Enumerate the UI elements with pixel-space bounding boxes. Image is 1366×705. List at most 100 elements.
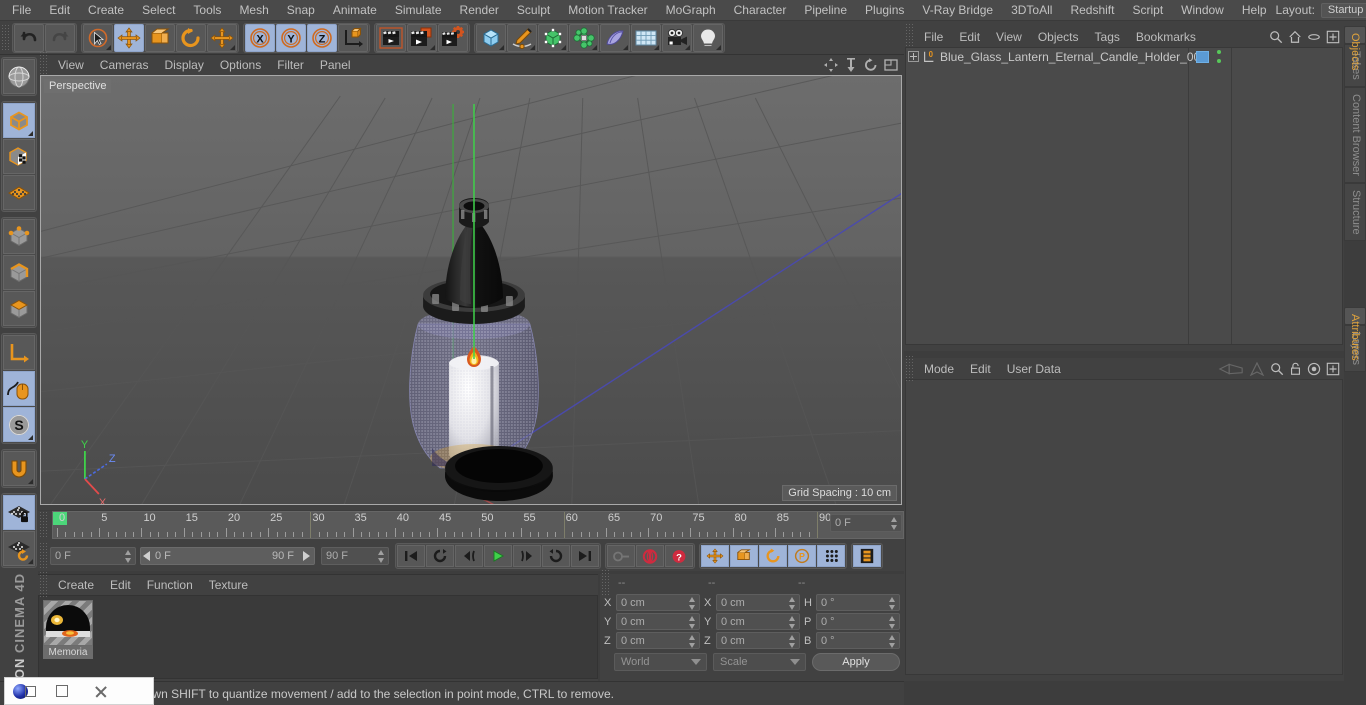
maximize-view-icon[interactable] [884, 58, 898, 72]
tab-objects[interactable]: Objects [1344, 26, 1366, 70]
attributes-menu-user-data[interactable]: User Data [999, 362, 1069, 376]
make-editable-button[interactable] [3, 103, 35, 138]
material-menu-function[interactable]: Function [139, 578, 201, 592]
menu-item-animate[interactable]: Animate [324, 0, 386, 20]
camera-button[interactable] [662, 23, 692, 52]
tab-attributes[interactable]: Attributes [1344, 307, 1366, 361]
object-menu-edit[interactable]: Edit [951, 30, 988, 44]
menu-item-create[interactable]: Create [79, 0, 133, 20]
material-menu-create[interactable]: Create [50, 578, 102, 592]
material-grip[interactable] [39, 571, 48, 599]
viewport-menu-cameras[interactable]: Cameras [92, 58, 157, 72]
attributes-menu-edit[interactable]: Edit [962, 362, 999, 376]
play-loop-button[interactable] [542, 545, 570, 567]
current-frame-field[interactable]: 0 F [50, 547, 136, 565]
close-window-button[interactable] [81, 678, 119, 704]
go-to-start-button[interactable] [397, 545, 425, 567]
preview-range-slider[interactable]: 0 F 90 F [140, 547, 315, 565]
menu-item-tools[interactable]: Tools [184, 0, 230, 20]
dolly-icon[interactable] [844, 58, 858, 72]
menu-item-mesh[interactable]: Mesh [230, 0, 277, 20]
attributes-content[interactable] [905, 379, 1343, 675]
object-row[interactable]: 0 Blue_Glass_Lantern_Eternal_Candle_Hold… [906, 48, 1342, 65]
light-button[interactable] [693, 23, 723, 52]
coordinates-grip[interactable] [601, 569, 610, 597]
expand-node-icon[interactable] [908, 51, 919, 62]
expand-icon[interactable] [1326, 362, 1340, 376]
menu-item-mograph[interactable]: MoGraph [657, 0, 725, 20]
nav-back-icon[interactable] [1218, 362, 1244, 376]
spinner-icon[interactable] [891, 517, 898, 530]
coordinate-system-dropdown[interactable]: World [614, 653, 707, 671]
coord-field-rot-b[interactable]: 0 ° [816, 632, 900, 649]
material-tag-icon[interactable] [1196, 51, 1209, 63]
range-left-arrow-icon[interactable] [143, 551, 150, 561]
spinner-icon[interactable] [789, 597, 796, 610]
spinner-icon[interactable] [889, 616, 896, 629]
lock-y-button[interactable]: Y [276, 23, 306, 52]
viewport-menu-filter[interactable]: Filter [269, 58, 312, 72]
search-icon[interactable] [1270, 362, 1284, 376]
coord-field-size-y[interactable]: 0 cm [716, 613, 800, 630]
cinema4d-taskbar-item[interactable] [5, 678, 43, 704]
coord-field-rot-h[interactable]: 0 ° [816, 594, 900, 611]
menu-item-pipeline[interactable]: Pipeline [795, 0, 856, 20]
menu-item-simulate[interactable]: Simulate [386, 0, 451, 20]
lock-z-button[interactable]: Z [307, 23, 337, 52]
record-active-objects-button[interactable] [607, 545, 635, 567]
model-mode-button[interactable] [3, 139, 35, 174]
attributes-menu-mode[interactable]: Mode [916, 362, 962, 376]
apply-button[interactable]: Apply [812, 653, 900, 671]
restore-window-icon[interactable] [24, 685, 36, 697]
current-frame-field-right[interactable]: 0 F [830, 514, 902, 532]
spinner-icon[interactable] [689, 597, 696, 610]
menu-item-script[interactable]: Script [1123, 0, 1172, 20]
position-key-button[interactable] [701, 545, 729, 567]
undo-view-button[interactable] [3, 59, 35, 94]
rotate-view-icon[interactable] [864, 58, 878, 72]
object-tree[interactable]: 0 Blue_Glass_Lantern_Eternal_Candle_Hold… [905, 47, 1343, 345]
tab-structure[interactable]: Structure [1344, 182, 1366, 242]
menu-item-help[interactable]: Help [1233, 0, 1276, 20]
coord-field-pos-y[interactable]: 0 cm [616, 613, 700, 630]
step-forward-button[interactable] [513, 545, 541, 567]
move-tool-button[interactable] [114, 23, 144, 52]
menu-item-plugins[interactable]: Plugins [856, 0, 913, 20]
spinner-icon[interactable] [125, 550, 132, 563]
rotate-tool-button[interactable] [176, 23, 206, 52]
play-button[interactable] [484, 545, 512, 567]
spinner-icon[interactable] [789, 616, 796, 629]
toolbar-grip[interactable] [1, 23, 10, 52]
menu-item-sculpt[interactable]: Sculpt [508, 0, 559, 20]
lock-x-button[interactable]: X [245, 23, 275, 52]
point-level-animation-button[interactable] [817, 545, 845, 567]
undo-button[interactable] [14, 23, 44, 52]
object-menu-file[interactable]: File [916, 30, 951, 44]
planar-workplane-button[interactable] [3, 531, 35, 566]
expand-icon[interactable] [1326, 30, 1340, 44]
viewport-menu-display[interactable]: Display [156, 58, 211, 72]
enable-snap-mouse-button[interactable] [3, 371, 35, 406]
material-thumbnail[interactable] [43, 600, 93, 646]
pan-icon[interactable] [824, 58, 838, 72]
viewport-menu-options[interactable]: Options [212, 58, 269, 72]
scene-object-button[interactable] [600, 23, 630, 52]
ellipse-icon[interactable] [1307, 30, 1321, 44]
rotation-key-button[interactable] [759, 545, 787, 567]
render-view-button[interactable] [376, 23, 406, 52]
cube-primitive-button[interactable] [476, 23, 506, 52]
live-selection-button[interactable] [83, 23, 113, 52]
keyframe-selection-button[interactable]: ? [665, 545, 693, 567]
material-menu-texture[interactable]: Texture [201, 578, 256, 592]
step-back-button[interactable] [455, 545, 483, 567]
redo-button[interactable] [45, 23, 75, 52]
coord-field-size-x[interactable]: 0 cm [716, 594, 800, 611]
edge-mode-button[interactable] [3, 255, 35, 290]
spinner-icon[interactable] [889, 597, 896, 610]
lock-icon[interactable] [1289, 362, 1302, 376]
spinner-icon[interactable] [789, 635, 796, 648]
object-menu-bookmarks[interactable]: Bookmarks [1128, 30, 1204, 44]
parameter-key-button[interactable]: P [788, 545, 816, 567]
maximize-window-button[interactable] [43, 678, 81, 704]
coord-field-pos-x[interactable]: 0 cm [616, 594, 700, 611]
